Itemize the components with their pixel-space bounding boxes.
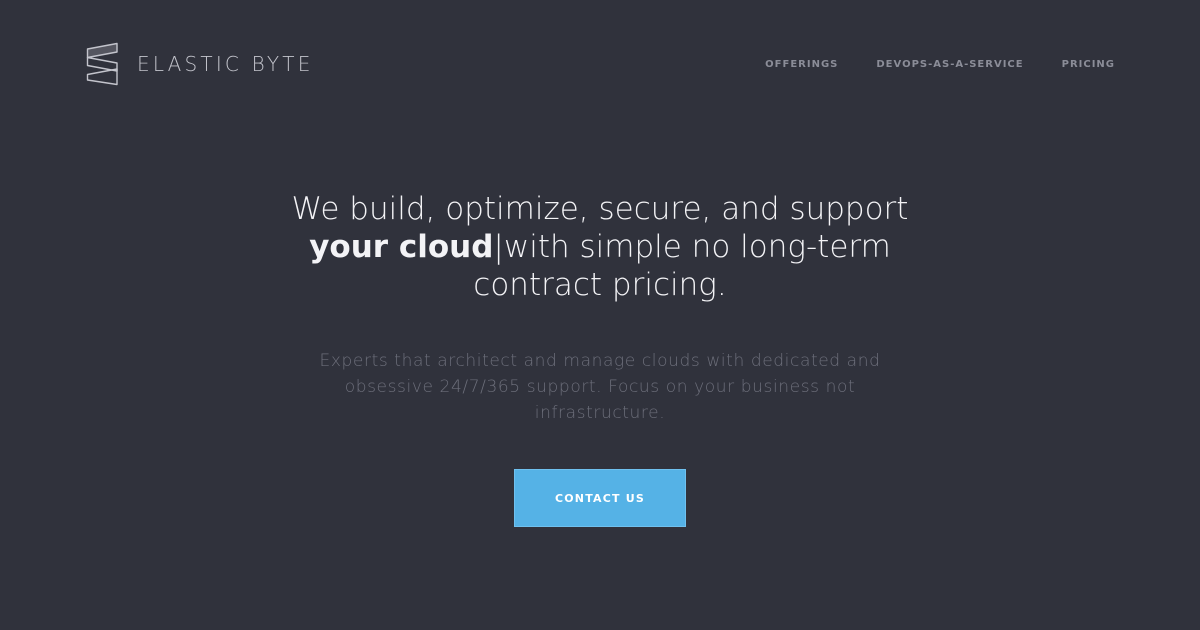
headline-text-start: We build, optimize, secure, and support xyxy=(291,191,909,227)
contact-us-button[interactable]: CONTACT US xyxy=(514,469,686,527)
headline-highlight: your cloud xyxy=(309,229,494,265)
nav-item-devops-as-a-service[interactable]: DEVOPS-AS-A-SERVICE xyxy=(876,58,1023,72)
nav-item-offerings[interactable]: OFFERINGS xyxy=(765,58,838,72)
main-nav: OFFERINGS DEVOPS-AS-A-SERVICE PRICING xyxy=(765,58,1115,72)
brand-name: ELASTIC BYTE xyxy=(137,52,314,76)
nav-item-pricing[interactable]: PRICING xyxy=(1062,58,1115,72)
brand-logo-link[interactable]: ELASTIC BYTE xyxy=(86,42,314,86)
headline-text-end: with simple no long-term contract pricin… xyxy=(473,229,891,303)
typing-cursor: | xyxy=(493,229,504,265)
hero-subtext: Experts that architect and manage clouds… xyxy=(319,351,881,423)
elastic-byte-logo-icon xyxy=(86,42,119,86)
hero-headline: We build, optimize, secure, and support … xyxy=(280,190,920,304)
hero-section: We build, optimize, secure, and support … xyxy=(0,190,1200,527)
site-header: ELASTIC BYTE OFFERINGS DEVOPS-AS-A-SERVI… xyxy=(0,0,1200,130)
